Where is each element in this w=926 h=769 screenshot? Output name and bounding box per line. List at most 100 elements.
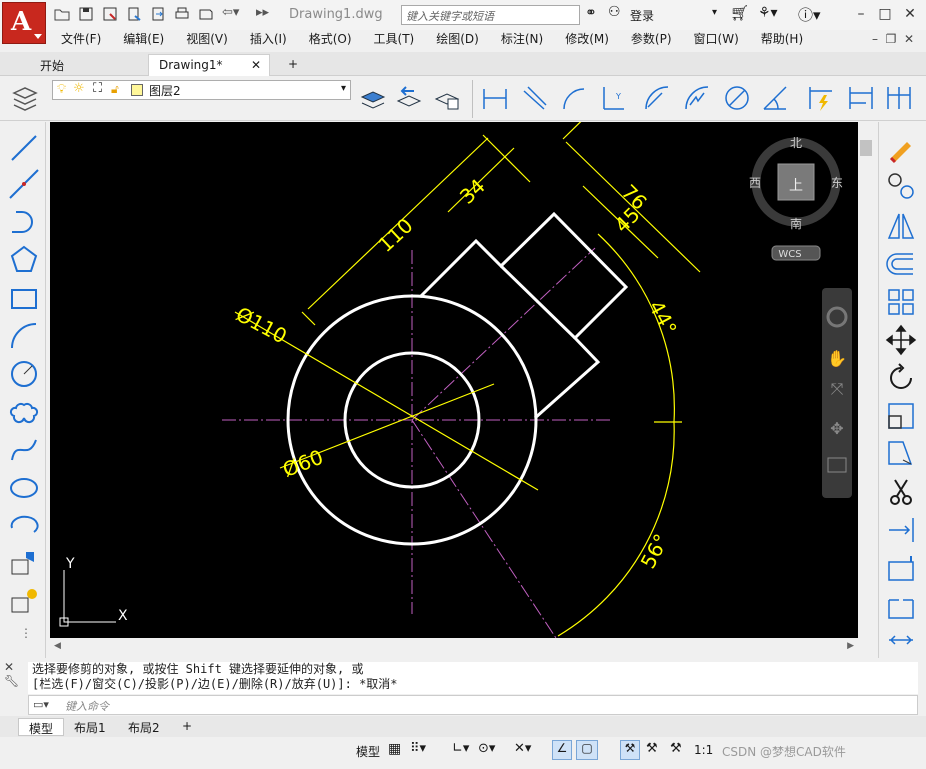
user-icon[interactable]: ⚇ — [608, 4, 621, 20]
rectangle-icon[interactable] — [8, 282, 40, 314]
save-as-icon[interactable] — [102, 6, 118, 22]
viewcube-south[interactable]: 南 — [790, 216, 802, 231]
tab-drawing1[interactable]: Drawing1* ✕ — [148, 54, 270, 76]
new-tab-button[interactable]: + — [278, 54, 308, 76]
cart-icon[interactable]: 🛒︎ — [730, 4, 749, 22]
erase-icon[interactable] — [885, 132, 917, 164]
polyline-icon[interactable] — [8, 206, 40, 238]
command-input[interactable]: ▭▾ 键入命令 — [28, 695, 918, 715]
pan-icon[interactable]: ✋ — [827, 349, 847, 368]
angular-dim-icon[interactable] — [760, 83, 790, 113]
command-line-handle[interactable]: ✕ 🔧︎ — [4, 660, 24, 718]
plot-icon[interactable] — [198, 6, 214, 22]
maximize-button[interactable]: □ — [874, 4, 896, 24]
annotation-scale-icon[interactable]: ⚒ — [670, 741, 682, 756]
menu-window[interactable]: 窗口(W) — [683, 30, 750, 50]
scale-icon[interactable] — [885, 400, 917, 432]
layer-previous-icon[interactable] — [394, 83, 424, 113]
orbit-icon[interactable]: ✥ — [830, 419, 843, 438]
viewcube-east[interactable]: 东 — [831, 176, 843, 190]
jogged-dim-icon[interactable] — [682, 83, 712, 113]
baseline-dim-icon[interactable] — [846, 83, 876, 113]
menu-edit[interactable]: 编辑(E) — [112, 30, 175, 50]
print-icon[interactable] — [174, 6, 190, 22]
aligned-dim-icon[interactable] — [520, 83, 550, 113]
app-menu-button[interactable]: A — [2, 2, 46, 44]
menu-draw[interactable]: 绘图(D) — [425, 30, 490, 50]
ortho-icon[interactable]: ∟▾ — [452, 741, 469, 756]
polar-icon[interactable]: ⊙▾ — [478, 741, 495, 756]
tab-layout1[interactable]: 布局1 — [64, 718, 116, 736]
tab-start[interactable]: 开始 — [30, 54, 74, 76]
construction-line-icon[interactable] — [8, 168, 40, 200]
layer-properties-icon[interactable] — [10, 83, 40, 113]
quick-dim-icon[interactable] — [806, 83, 836, 113]
publish-icon[interactable] — [126, 6, 142, 22]
viewcube-north[interactable]: 北 — [790, 136, 802, 150]
continue-dim-icon[interactable] — [884, 83, 914, 113]
circle-icon[interactable] — [8, 358, 40, 390]
diameter-dim-icon[interactable] — [722, 83, 752, 113]
menu-tools[interactable]: 工具(T) — [363, 30, 426, 50]
line-icon[interactable] — [8, 132, 40, 164]
make-block-icon[interactable] — [8, 586, 40, 618]
open-icon[interactable] — [54, 6, 70, 22]
arc-length-dim-icon[interactable] — [560, 83, 590, 113]
binoculars-icon[interactable]: ⚭ — [585, 5, 597, 21]
break-at-point-icon[interactable] — [885, 552, 917, 584]
ellipse-icon[interactable] — [8, 472, 40, 504]
layer-dropdown[interactable]: 💡︎ ☼ ⛶ 🔓︎ 图层2 ▾ — [52, 80, 351, 100]
revision-cloud-icon[interactable] — [8, 396, 40, 428]
offset-icon[interactable] — [885, 248, 917, 280]
linear-dim-icon[interactable] — [480, 83, 510, 113]
vertical-scrollbar[interactable] — [858, 122, 874, 652]
wcs-label[interactable]: WCS — [778, 249, 801, 260]
zoom-icon[interactable]: ⤧ — [831, 379, 844, 398]
arc-icon[interactable] — [8, 320, 40, 352]
break-icon[interactable] — [885, 590, 917, 622]
snap-icon[interactable]: ⠿▾ — [410, 741, 426, 756]
menu-insert[interactable]: 插入(I) — [239, 30, 298, 50]
login-button[interactable]: 登录 — [630, 7, 654, 24]
minimize-button[interactable]: – — [850, 4, 872, 24]
isodraft-icon[interactable]: ✕▾ — [514, 741, 531, 756]
menu-modify[interactable]: 修改(M) — [554, 30, 620, 50]
close-tab-icon[interactable]: ✕ — [251, 58, 261, 72]
array-icon[interactable] — [885, 286, 917, 318]
join-icon[interactable] — [885, 628, 917, 652]
object-snap-icon[interactable]: ▢ — [576, 740, 598, 760]
save-icon[interactable] — [78, 6, 94, 22]
auto-scale-icon[interactable]: ⚒ — [646, 741, 658, 756]
insert-block-icon[interactable] — [8, 548, 40, 580]
stretch-icon[interactable] — [885, 438, 917, 470]
menu-format[interactable]: 格式(O) — [298, 30, 363, 50]
account-dropdown-icon[interactable]: ▾ — [712, 7, 717, 18]
search-input[interactable]: 键入关键字或短语 — [401, 5, 580, 25]
close-button[interactable]: ✕ — [899, 4, 921, 24]
command-prompt-icon[interactable]: ▭▾ — [33, 698, 49, 711]
rotate-icon[interactable] — [885, 362, 917, 394]
annotation-scale-value[interactable]: 1:1 — [694, 743, 713, 757]
extend-icon[interactable] — [885, 514, 917, 546]
move-icon[interactable] — [885, 324, 917, 356]
polygon-icon[interactable] — [8, 244, 40, 276]
redo-icon[interactable]: ▸▸ — [256, 5, 269, 20]
ordinate-dim-icon[interactable]: Y — [598, 83, 628, 113]
menu-view[interactable]: 视图(V) — [175, 30, 239, 50]
grid-icon[interactable]: ▦ — [388, 741, 401, 757]
undo-icon[interactable]: ⇦▾ — [222, 5, 239, 20]
horizontal-scrollbar[interactable]: ◀ ▶ — [50, 638, 858, 654]
trim-icon[interactable] — [885, 476, 917, 508]
menu-file[interactable]: 文件(F) — [50, 30, 112, 50]
menu-help[interactable]: 帮助(H) — [750, 30, 814, 50]
help-icon[interactable]: ⓘ▾ — [798, 4, 821, 25]
tab-model[interactable]: 模型 — [18, 718, 65, 736]
model-space-button[interactable]: 模型 — [356, 743, 380, 760]
drawing-canvas[interactable]: 110 34 76 45 44° 56° Ø110 Ø60 Y X 上 北 南 … — [50, 122, 858, 638]
more-tools-icon[interactable]: ⋮ — [20, 626, 32, 640]
export-icon[interactable] — [150, 6, 166, 22]
a360-icon[interactable]: ⚘▾ — [758, 5, 778, 21]
object-snap-tracking-icon[interactable]: ∠ — [552, 740, 572, 760]
viewcube-top-face[interactable]: 上 — [789, 178, 803, 194]
layer-states-icon[interactable] — [432, 83, 462, 113]
